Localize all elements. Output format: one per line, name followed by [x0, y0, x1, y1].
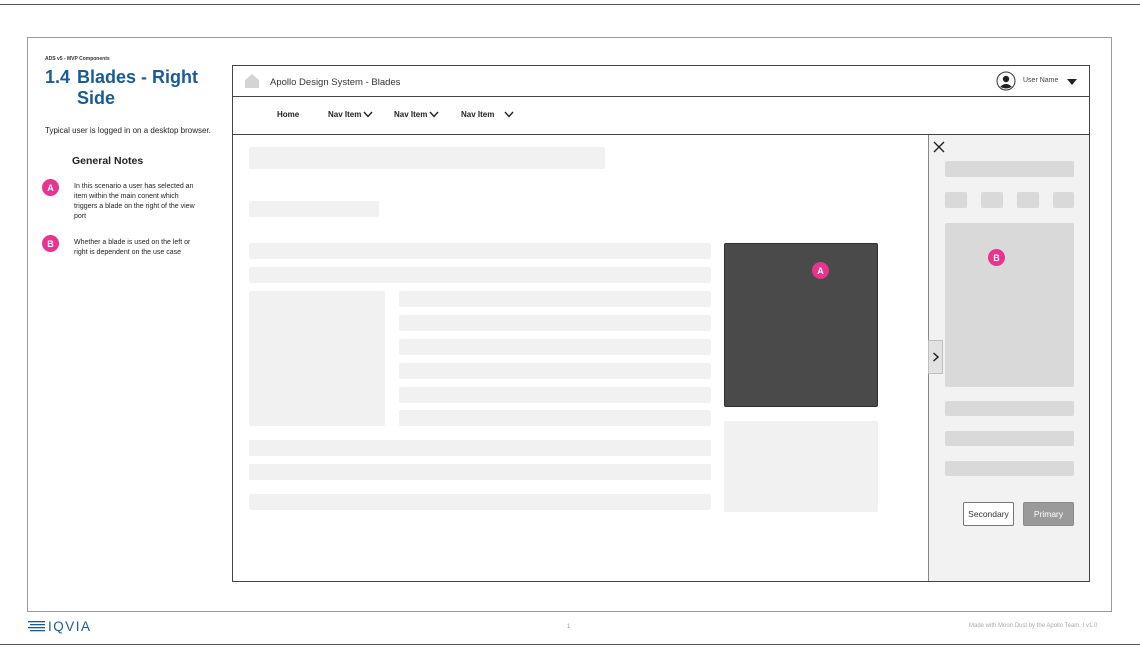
placeholder-line — [399, 315, 711, 331]
blade-collapse-toggle[interactable] — [928, 340, 943, 374]
close-icon[interactable] — [933, 141, 945, 153]
placeholder-line — [249, 464, 711, 480]
nav-item-3[interactable]: Nav Item — [461, 110, 514, 119]
browser-frame: Apollo Design System - Blades User Name … — [232, 65, 1090, 582]
bottom-rule — [0, 644, 1140, 645]
note-badge-b: B — [42, 235, 59, 252]
chevron-right-icon — [932, 352, 939, 362]
section-title: Blades - Right Side — [77, 67, 199, 108]
nav-item-label: Home — [277, 110, 300, 119]
blade-placeholder-line — [945, 431, 1074, 446]
placeholder-heading — [249, 147, 605, 169]
caret-down-icon[interactable] — [1067, 79, 1077, 85]
annotation-badge-b: B — [988, 249, 1005, 266]
placeholder-subheading — [249, 201, 379, 217]
placeholder-line — [249, 267, 711, 283]
nav-item-label: Nav Item — [328, 110, 362, 119]
blade-placeholder-chip — [1017, 192, 1039, 208]
user-name[interactable]: User Name — [1023, 77, 1058, 84]
document-label: ADS v5 - MVP Components — [45, 56, 110, 62]
chevron-down-icon — [429, 111, 439, 118]
placeholder-card — [724, 421, 878, 512]
annotation-badge-a: A — [812, 262, 829, 279]
logo-lines-icon — [28, 621, 45, 632]
placeholder-image — [249, 291, 385, 426]
nav-item-2[interactable]: Nav Item — [394, 110, 439, 119]
placeholder-line — [399, 387, 711, 403]
section-number: 1.4 — [45, 67, 71, 87]
footer-credit: Made with Moon Dust by the Apollo Team. … — [969, 623, 1098, 629]
blade-content-panel: B — [945, 223, 1074, 387]
placeholder-line — [399, 339, 711, 355]
blade-placeholder-line — [945, 401, 1074, 416]
chevron-down-icon — [504, 111, 514, 118]
blade-placeholder-chip — [945, 192, 967, 208]
page-number: 1 — [567, 624, 571, 630]
main-content: A — [233, 135, 928, 581]
home-icon[interactable] — [244, 73, 260, 89]
placeholder-line — [399, 410, 711, 426]
blade-placeholder-chip — [1053, 192, 1074, 208]
placeholder-line — [249, 440, 711, 456]
placeholder-line — [249, 243, 711, 259]
logo-text: IQVIA — [48, 619, 92, 634]
primary-button[interactable]: Primary — [1023, 502, 1074, 526]
nav-item-label: Nav Item — [461, 110, 495, 119]
note-text-a: In this scenario a user has selected an … — [74, 183, 195, 220]
nav-bar: Home Nav Item Nav Item Nav Item — [233, 98, 1089, 135]
right-blade: B Secondary Primary — [928, 135, 1089, 581]
blade-placeholder-line — [945, 461, 1074, 476]
chevron-down-icon — [363, 111, 373, 118]
placeholder-line — [399, 291, 711, 307]
app-header: Apollo Design System - Blades User Name — [233, 66, 1089, 97]
secondary-button[interactable]: Secondary — [963, 502, 1014, 526]
placeholder-line — [249, 494, 711, 510]
app-title: Apollo Design System - Blades — [270, 77, 401, 88]
blade-placeholder-title — [945, 161, 1074, 177]
intro-text: Typical user is logged in on a desktop b… — [45, 126, 211, 135]
note-badge-a: A — [42, 179, 59, 196]
selected-item-card[interactable]: A — [724, 243, 878, 407]
nav-item-home[interactable]: Home — [277, 110, 299, 119]
placeholder-line — [399, 363, 711, 379]
user-avatar-icon[interactable] — [996, 71, 1016, 91]
note-text-b: Whether a blade is used on the left or r… — [74, 239, 191, 256]
nav-item-label: Nav Item — [394, 110, 428, 119]
notes-heading: General Notes — [72, 155, 144, 167]
iqvia-logo: IQVIA — [28, 619, 92, 634]
blade-placeholder-chip — [981, 192, 1003, 208]
top-rule — [0, 4, 1140, 5]
nav-item-1[interactable]: Nav Item — [328, 110, 373, 119]
